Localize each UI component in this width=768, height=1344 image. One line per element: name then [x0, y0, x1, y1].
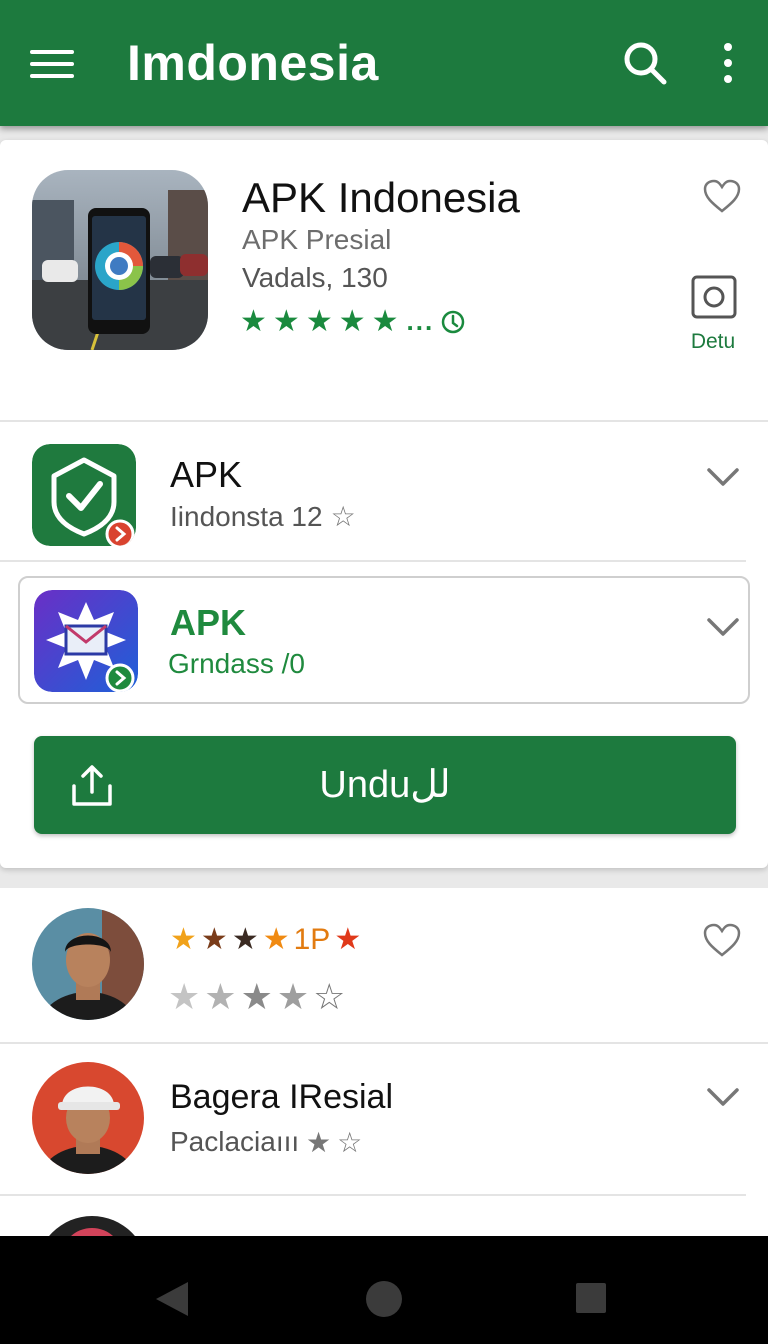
- rating-row: ★ ★ ★ ★ ☆: [168, 976, 345, 1018]
- star-icon: ★: [170, 923, 197, 956]
- rating-row: ★ ★ ★ ★ 1P ★: [170, 922, 361, 957]
- recents-icon[interactable]: [576, 1283, 606, 1313]
- heart-icon[interactable]: [702, 178, 742, 214]
- review-list: ★ ★ ★ ★ 1P ★ ★ ★ ★ ★ ☆ Bagera IResial Pa…: [0, 888, 768, 1236]
- star-icon: ★: [240, 976, 273, 1017]
- star-outline-icon: ☆: [313, 976, 346, 1017]
- home-icon[interactable]: [366, 1281, 402, 1317]
- search-icon[interactable]: [620, 38, 670, 88]
- clock-icon: [441, 310, 465, 333]
- divider: [0, 1194, 746, 1196]
- divider: [0, 420, 768, 422]
- star-icon: ★: [204, 976, 237, 1017]
- screen: Imdonesia APK Indonesia APK Presial Vada…: [0, 0, 768, 1344]
- divider: [0, 560, 746, 562]
- avatar[interactable]: [36, 1216, 148, 1236]
- featured-app-subtitle: APK Presial: [242, 224, 392, 255]
- rating-text: 1P: [293, 922, 331, 956]
- star-icon: ★: [168, 976, 201, 1017]
- back-icon[interactable]: [154, 1280, 190, 1318]
- app-title: Imdonesia: [127, 35, 379, 91]
- app-subtitle: Iindonsta 12 ☆: [170, 500, 356, 533]
- star-icon: ★: [262, 923, 290, 956]
- heart-icon[interactable]: [702, 922, 742, 958]
- star-icon: ★: [371, 305, 399, 338]
- featured-app-meta: Vadals, 130: [242, 262, 388, 293]
- app-title[interactable]: APK: [170, 454, 242, 496]
- star-outline-icon: ☆: [330, 501, 356, 532]
- detail-label[interactable]: Detu: [680, 330, 746, 354]
- download-label: Unduلل: [319, 764, 451, 806]
- star-icon: ★: [231, 923, 259, 956]
- star-icon: ★: [272, 305, 300, 338]
- star-icon: ★: [200, 923, 228, 956]
- star-icon: ★: [240, 305, 267, 338]
- app-subtitle: Grndass /⁠0: [168, 648, 305, 679]
- featured-app-icon[interactable]: [32, 170, 208, 350]
- featured-app-title[interactable]: APK Indonesia: [242, 174, 520, 222]
- star-icon: ★: [334, 923, 362, 956]
- star-outline-icon: ☆: [337, 1127, 363, 1158]
- chevron-down-icon[interactable]: [706, 1086, 740, 1108]
- download-button[interactable]: Unduلل: [34, 736, 736, 834]
- more-vert-icon[interactable]: [710, 38, 746, 88]
- chevron-down-icon[interactable]: [706, 616, 740, 638]
- star-icon: ★: [305, 305, 333, 338]
- star-icon: ★: [306, 1127, 332, 1158]
- mail-badge-icon[interactable]: [34, 590, 138, 692]
- avatar[interactable]: [32, 1062, 144, 1174]
- star-icon: ★: [338, 305, 366, 338]
- rating-suffix: ...: [406, 306, 435, 336]
- shield-check-icon[interactable]: [32, 444, 136, 546]
- reviewer-name[interactable]: Bagera IResial: [170, 1078, 393, 1117]
- divider: [0, 1042, 768, 1044]
- reviewer-subtitle: Paclaciaıııııııııııııııııııııııııııııııı…: [170, 1126, 363, 1158]
- app-title[interactable]: APK: [170, 602, 246, 644]
- menu-icon[interactable]: [24, 36, 80, 92]
- chevron-down-icon[interactable]: [706, 466, 740, 488]
- avatar[interactable]: [32, 908, 144, 1020]
- detail-icon[interactable]: [690, 274, 738, 320]
- featured-rating: ★ ★ ★ ★ ★ ...: [240, 304, 466, 339]
- app-bar: Imdonesia: [0, 0, 768, 126]
- app-card: APK Indonesia APK Presial Vadals, 130 ★ …: [0, 140, 768, 868]
- star-icon: ★: [276, 976, 310, 1017]
